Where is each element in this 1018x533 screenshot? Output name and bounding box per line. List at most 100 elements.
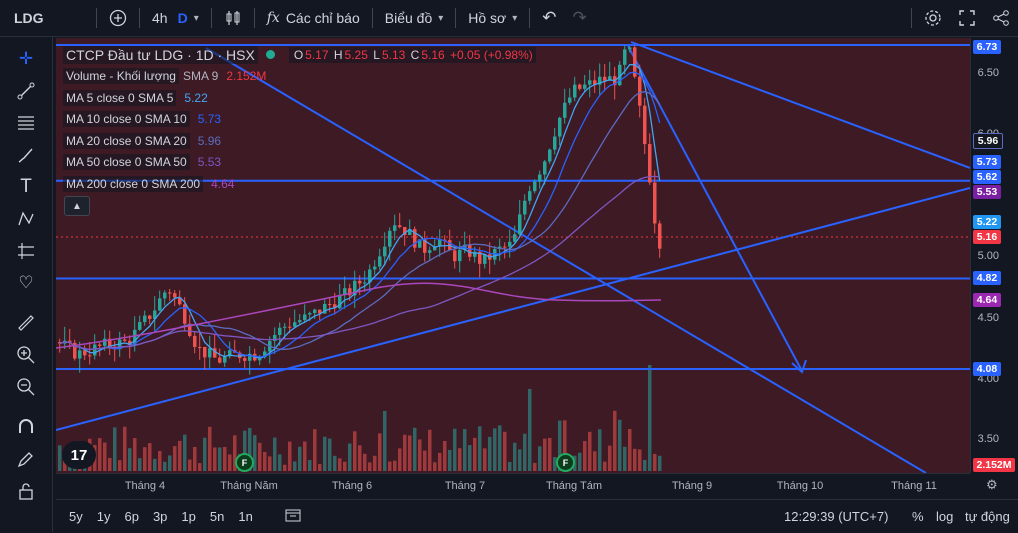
compare-button[interactable] — [101, 0, 135, 36]
price-label-ma20: 5.96 — [973, 133, 1003, 149]
price-scale[interactable]: 6.50 6.00 5.50 5.00 4.50 4.00 3.50 6.73 … — [970, 38, 1018, 473]
chevron-up-icon: ▲ — [72, 200, 82, 212]
volume-bar — [413, 427, 417, 471]
text-tool[interactable]: T — [0, 171, 52, 203]
legend-collapse-button[interactable]: ▲ — [64, 196, 90, 216]
volume-bar — [383, 410, 387, 471]
high-label: H — [333, 47, 343, 62]
symbol-search[interactable]: LDG — [0, 0, 92, 36]
open-value: 5.17 — [305, 47, 329, 62]
interval-4h[interactable]: 4h — [152, 10, 168, 26]
auto-scale-toggle[interactable]: tự động — [965, 509, 1010, 524]
clock-timezone[interactable]: 12:29:39 (UTC+7) — [784, 509, 888, 524]
candle-body — [163, 292, 167, 299]
time-axis[interactable]: Tháng 4 Tháng Năm Tháng 6 Tháng 7 Tháng … — [56, 473, 970, 498]
legend-ma-row[interactable]: MA 200 close 0 SMA 200 4.64 — [63, 173, 536, 195]
heart-icon: ♡ — [18, 273, 34, 292]
candle-body — [388, 230, 392, 247]
range-5d[interactable]: 5n — [203, 509, 231, 524]
candle-body — [158, 298, 162, 311]
fib-tool[interactable] — [0, 107, 52, 139]
redo-button[interactable]: ↷ — [565, 0, 595, 36]
share-button[interactable] — [984, 0, 1018, 36]
chart-layout-button[interactable]: Biểu đồ ▾ — [377, 0, 452, 36]
tradingview-logo[interactable]: 17 — [62, 441, 96, 469]
measure-tool[interactable] — [0, 235, 52, 267]
log-toggle[interactable]: log — [936, 509, 953, 524]
toolbar-divider — [371, 8, 373, 28]
earnings-badge[interactable]: F — [235, 453, 254, 472]
trendline-tool[interactable] — [0, 75, 52, 107]
legend-ma-row[interactable]: MA 20 close 0 SMA 20 5.96 — [63, 130, 536, 152]
indicators-button[interactable]: fx Các chỉ báo — [259, 0, 368, 36]
volume-bar — [338, 458, 342, 471]
candle-body — [378, 256, 382, 267]
volume-bar — [593, 451, 597, 471]
range-1d[interactable]: 1n — [231, 509, 259, 524]
undo-button[interactable]: ↶ — [534, 0, 564, 36]
volume-bar — [638, 449, 642, 471]
candle-body — [428, 250, 432, 253]
fullscreen-button[interactable] — [950, 0, 984, 36]
price-label-line: 5.62 — [973, 170, 1001, 184]
favorites-tool[interactable]: ♡ — [0, 267, 52, 299]
range-1m[interactable]: 1p — [174, 509, 202, 524]
candle-body — [508, 241, 512, 247]
candle-body — [218, 357, 222, 363]
candle-body — [503, 246, 507, 248]
legend-volume-row[interactable]: Volume - Khối lượng SMA 9 2.152M — [63, 66, 536, 88]
close-label: C — [410, 47, 420, 62]
lock-tool[interactable] — [0, 475, 52, 507]
ma-label: MA 10 close 0 SMA 10 — [63, 111, 190, 128]
crosshair-icon: ✛ — [18, 49, 34, 68]
indicators-label: Các chỉ báo — [285, 10, 360, 26]
volume-bar — [328, 438, 332, 471]
volume-bar — [598, 429, 602, 471]
volume-bar — [498, 425, 502, 471]
ruler-tool[interactable] — [0, 307, 52, 339]
range-5y[interactable]: 5y — [62, 509, 90, 524]
volume-bar — [363, 453, 367, 471]
volume-bar — [618, 419, 622, 471]
volume-bar — [583, 441, 587, 471]
interval-d[interactable]: D — [178, 10, 188, 26]
range-1y[interactable]: 1y — [90, 509, 118, 524]
brush-tool[interactable] — [0, 139, 52, 171]
ruler-icon — [18, 315, 34, 331]
candle-style-button[interactable] — [216, 0, 250, 36]
interval-selector[interactable]: 4h D ▾ — [144, 0, 207, 36]
candle-body — [513, 234, 517, 242]
range-6m[interactable]: 6p — [117, 509, 145, 524]
volume-bar — [588, 431, 592, 471]
percent-toggle[interactable]: % — [912, 509, 924, 524]
legend-ma-row[interactable]: MA 10 close 0 SMA 10 5.73 — [63, 109, 536, 131]
magnet-tool[interactable] — [0, 411, 52, 443]
price-tick: 6.50 — [977, 67, 999, 79]
candle-body — [123, 339, 127, 341]
chevron-down-icon: ▾ — [193, 12, 199, 24]
volume-bar — [443, 440, 447, 471]
zoom-in-tool[interactable] — [0, 339, 52, 371]
settings-button[interactable] — [916, 0, 950, 36]
volume-bar — [343, 461, 347, 471]
legend-ma-row[interactable]: MA 5 close 0 SMA 5 5.22 — [63, 87, 536, 109]
crosshair-tool[interactable]: ✛ — [0, 43, 52, 75]
candle-body — [568, 97, 572, 103]
date-range-button[interactable] — [278, 508, 308, 525]
zoom-out-tool[interactable] — [0, 371, 52, 403]
range-3m[interactable]: 3p — [146, 509, 174, 524]
volume-bar — [323, 436, 327, 471]
profile-button[interactable]: Hồ sơ ▾ — [460, 0, 525, 36]
candle-body — [313, 309, 317, 314]
legend-title[interactable]: CTCP Đầu tư LDG · 1D · HSX — [63, 45, 258, 64]
price-tick: 5.00 — [977, 250, 999, 262]
volume-bar — [403, 434, 407, 471]
drawing-mode-tool[interactable] — [0, 443, 52, 475]
axis-settings-button[interactable]: ⚙ — [986, 477, 998, 493]
volume-bar — [283, 464, 287, 471]
earnings-badge[interactable]: F — [556, 453, 575, 472]
volume-bar — [173, 446, 177, 471]
pattern-tool[interactable] — [0, 203, 52, 235]
candle-body — [558, 117, 562, 137]
legend-ma-row[interactable]: MA 50 close 0 SMA 50 5.53 — [63, 152, 536, 174]
